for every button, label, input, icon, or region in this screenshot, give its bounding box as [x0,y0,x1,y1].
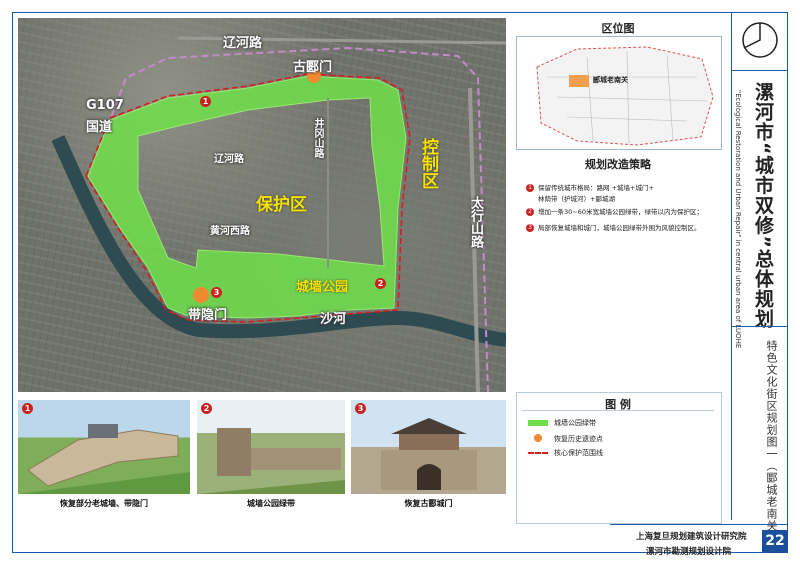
footer-divider [610,524,788,525]
photo-3: 3 [351,400,506,494]
strategy-title: 规划改造策略 [585,158,651,171]
footer-org-2: 漯河市勘测规划设计院 [646,547,732,557]
page-number: 22 [762,530,788,553]
label-jingwenshan-road: 井冈山路 [312,118,323,158]
drawing-subtitle: 特色文化街区规划图一（郾城老南关） [765,340,778,544]
label-huanghe-west-road: 黄河西路 [210,226,250,237]
strategy-item-1b: 林荫带（护城河）+郾城湖 [538,193,615,203]
logo-icon [742,22,778,58]
legend-label-green-belt: 城墙公园绿带 [554,419,596,427]
map-marker-2: 2 [375,278,386,289]
strategy-text-2: 增加一条30~60米宽城墙公园绿带，绿带以内为保护区； [538,208,703,216]
label-city-wall-park: 城墙公园 [296,280,349,295]
plan-title-english: "Ecological Restoration and Urban Repair… [734,90,742,349]
photo-1: 1 [18,400,190,494]
location-map: 郾城老南关 [516,36,722,150]
location-map-drawing [536,46,714,146]
relic-marker-daiyin [193,287,209,303]
strategy-num-2: 2 [526,208,534,216]
photo-2-illustration [197,428,345,494]
photo-3-illustration [381,418,477,490]
photo-1-illustration [18,424,190,494]
location-map-title: 区位图 [601,22,635,35]
label-control-zone: 控制区 [418,138,438,189]
photo-2-caption: 城墙公园绿带 [247,499,295,508]
title-divider-mid [731,326,788,327]
label-g107-sub: 国道 [86,120,113,135]
strategy-text-3: 局部恢复城墙和城门，城墙公园绿带外围为风貌控制区。 [538,224,701,232]
legend-label-relic: 恢复历史遗迹点 [554,435,603,443]
strategy-num-3: 3 [526,224,534,232]
strategy-num-1: 1 [526,184,534,192]
legend-swatch-green-belt [528,420,548,426]
photo-2: 2 [197,400,345,494]
label-daiyin-gate: 带隐门 [188,308,228,323]
plan-title: 漯河市“城市双修”总体规划 [752,82,774,329]
photo-1-caption: 恢复部分老城墙、带隐门 [60,499,148,508]
strategy-text-1: 保留传统城市格局：路网 +城墙+城门+ [538,184,654,192]
photo-3-caption: 恢复古郾城门 [404,499,453,508]
label-liaohe-road-top: 辽河路 [223,36,263,51]
strategy-text-1b: 林荫带（护城河）+郾城湖 [538,195,615,203]
label-gulumen: 古郾门 [293,60,333,75]
label-liaohe-road-inner: 辽河路 [214,154,244,165]
map-marker-1: 1 [200,96,211,107]
map-marker-3: 3 [211,287,222,298]
photo-1-num: 1 [22,403,33,414]
strategy-item-2: 2 增加一条30~60米宽城墙公园绿带，绿带以内为保护区； [526,206,703,216]
photo-3-num: 3 [355,403,366,414]
label-sha-river: 沙河 [320,312,347,327]
label-protect-zone: 保护区 [256,195,307,215]
legend-label-core-line: 核心保护范围线 [554,449,603,457]
aerial-map: 辽河路 古郾门 G107 国道 井冈山路 辽河路 保护区 控制区 太行山路 黄河… [18,18,506,392]
label-taihangshan-road: 太行山路 [468,196,483,248]
title-divider-top [731,70,788,71]
strategy-item-3: 3 局部恢复城墙和城门，城墙公园绿带外围为风貌控制区。 [526,222,701,232]
footer-org-1: 上海复旦规划建筑设计研究院 [636,532,747,542]
photo-2-num: 2 [201,403,212,414]
legend-swatch-core-line [528,452,548,454]
legend-divider [522,410,714,411]
label-g107: G107 [86,98,124,113]
strategy-item-1: 1 保留传统城市格局：路网 +城墙+城门+ [526,182,654,192]
legend-swatch-relic [534,434,542,442]
location-map-tag: 郾城老南关 [593,76,628,84]
